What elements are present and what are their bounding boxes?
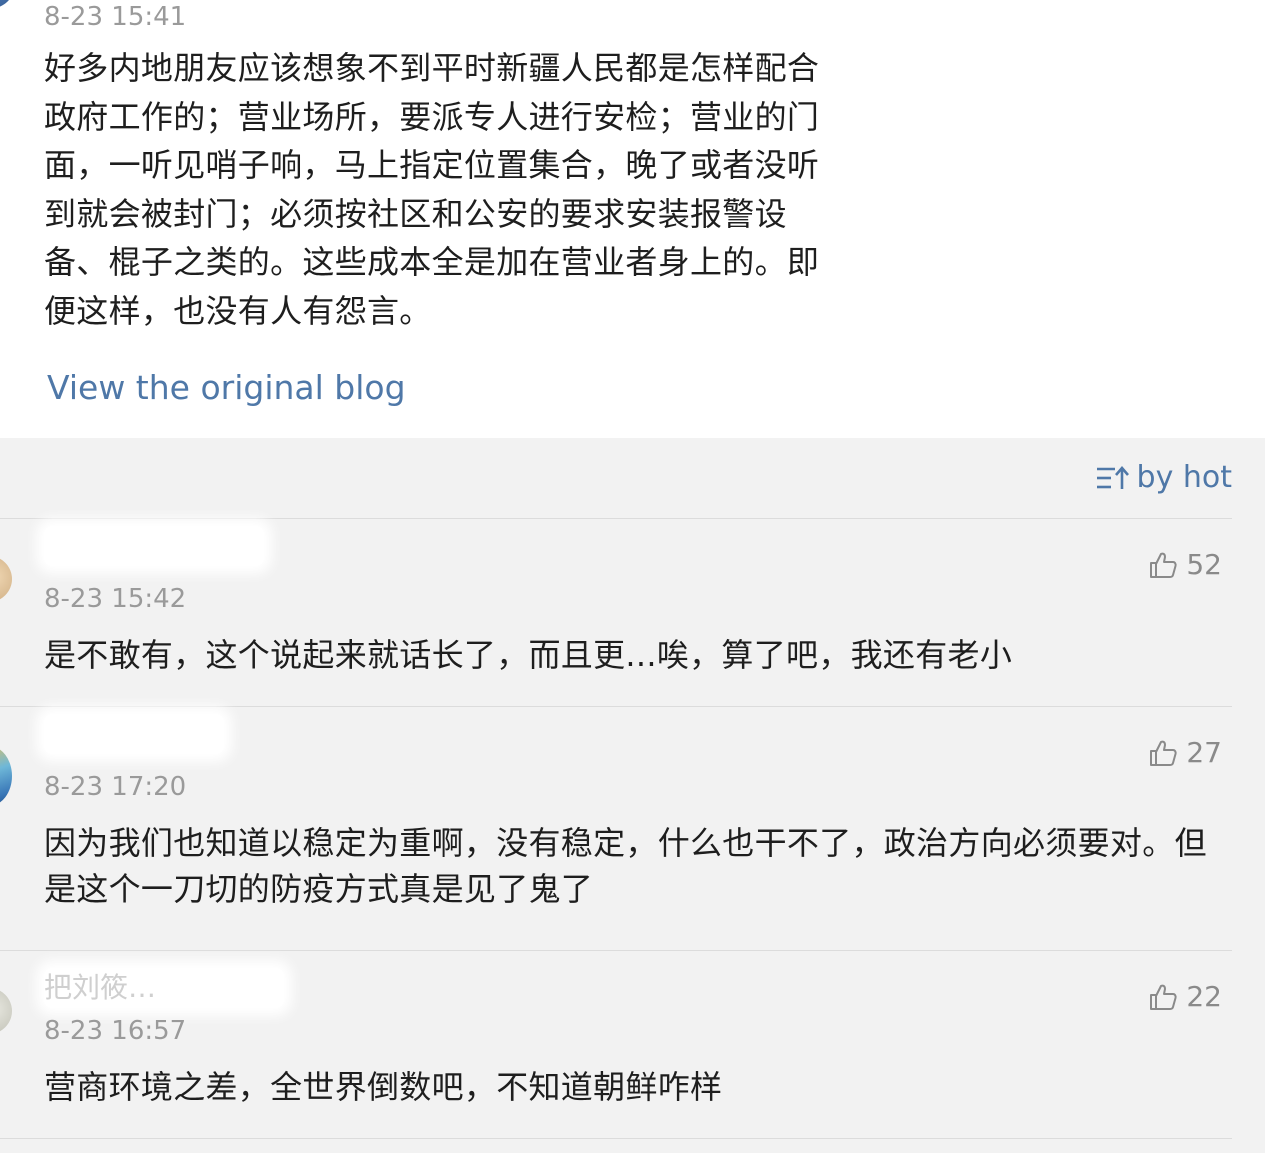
- sort-icon: [1095, 463, 1129, 493]
- thumbs-up-icon: [1148, 982, 1178, 1012]
- like-button[interactable]: 52: [1148, 548, 1222, 581]
- comment-item: 把刘筱… 22 8-23 16:57 营商环境之差，全世界倒数吧，不知道朝鲜咋样: [0, 950, 1265, 1138]
- comment-text: 营商环境之差，全世界倒数吧，不知道朝鲜咋样: [44, 1068, 723, 1106]
- like-count: 27: [1186, 736, 1222, 769]
- author-avatar[interactable]: [0, 0, 14, 8]
- comment-text: 是不敢有，这个说起来就话长了，而且更...唉，算了吧，我还有老小: [44, 636, 1013, 674]
- commenter-name[interactable]: [44, 526, 264, 566]
- commenter-avatar[interactable]: [0, 988, 12, 1034]
- comment-item: 52 8-23 15:42 是不敢有，这个说起来就话长了，而且更...唉，算了吧…: [0, 518, 1265, 706]
- like-count: 52: [1186, 548, 1222, 581]
- comment-timestamp: 8-23 15:42: [44, 584, 187, 614]
- post-timestamp: 8-23 15:41: [44, 2, 187, 32]
- post-body: 好多内地朋友应该想象不到平时新疆人民都是怎样配合 政府工作的；营业场所，要派专人…: [44, 49, 820, 330]
- like-count: 22: [1186, 980, 1222, 1013]
- thumbs-up-icon: [1148, 550, 1178, 580]
- commenter-avatar[interactable]: [0, 556, 12, 602]
- commenter-avatar[interactable]: [0, 746, 12, 806]
- comment-timestamp: 8-23 16:57: [44, 1016, 187, 1046]
- commenter-name[interactable]: [44, 714, 224, 754]
- view-original-blog-link[interactable]: View the original blog: [47, 366, 406, 410]
- commenter-name[interactable]: 把刘筱…: [44, 968, 284, 1008]
- like-button[interactable]: 27: [1148, 736, 1222, 769]
- comment-timestamp: 8-23 17:20: [44, 772, 187, 802]
- thumbs-up-icon: [1148, 738, 1178, 768]
- comment-item: 27 8-23 17:20 因为我们也知道以稳定为重啊，没有稳定，什么也干不了，…: [0, 706, 1265, 950]
- divider: [0, 1138, 1232, 1139]
- original-post: 8-23 15:41 好多内地朋友应该想象不到平时新疆人民都是怎样配合 政府工作…: [0, 0, 1265, 438]
- sort-by-hot-button[interactable]: by hot: [1095, 460, 1232, 495]
- sort-label: by hot: [1136, 460, 1232, 495]
- comment-text: 因为我们也知道以稳定为重啊，没有稳定，什么也干不了，政治方向必须要对。但是这个一…: [44, 824, 1207, 908]
- like-button[interactable]: 22: [1148, 980, 1222, 1013]
